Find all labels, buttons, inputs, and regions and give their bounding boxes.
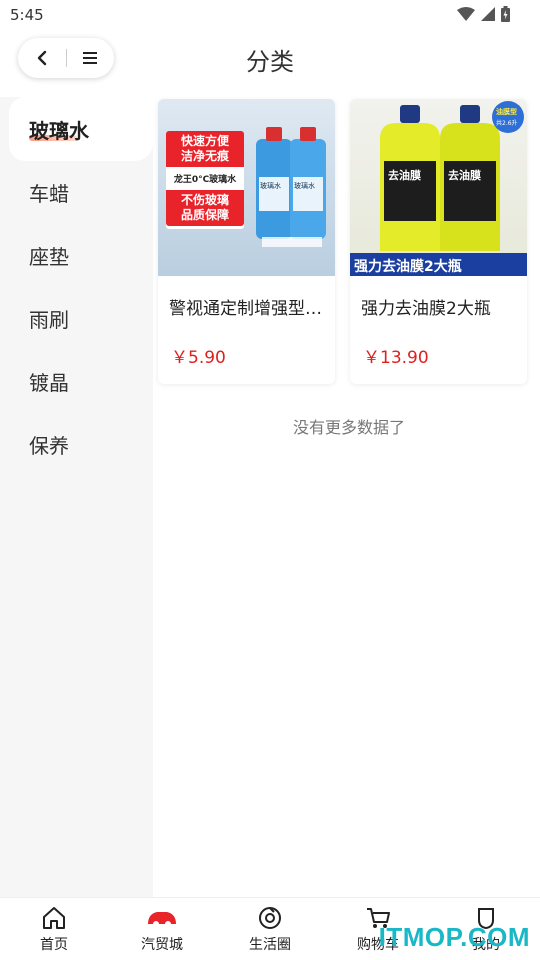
tab-home[interactable]: 首页 xyxy=(0,898,108,960)
product-title: 强力去油膜2大瓶 xyxy=(361,299,491,319)
category-item-glass-water[interactable]: 玻璃水 xyxy=(9,97,153,161)
status-icons xyxy=(457,6,510,22)
page-title: 分类 xyxy=(246,48,294,76)
product-title: 警视通定制增强型玻璃水 xyxy=(169,299,335,319)
signal-icon xyxy=(481,7,495,21)
product-image: 去油膜 去油膜 强力去油膜2大瓶 油膜型 共2.6升 xyxy=(350,99,527,276)
watermark-logo: ITMOP.COM xyxy=(378,922,530,952)
product-image: 快速方便 洁净无痕 龙王0°C玻璃水 不伤玻璃 品质保障 玻璃水 玻璃水 xyxy=(158,99,335,276)
category-label: 镀晶 xyxy=(29,371,69,395)
category-label: 座垫 xyxy=(29,245,69,269)
tab-label: 生活圈 xyxy=(249,937,291,953)
wifi-icon xyxy=(457,7,475,21)
product-price: ￥13.90 xyxy=(363,348,429,368)
badge-text: 油膜型 xyxy=(496,108,517,116)
product-card[interactable]: 快速方便 洁净无痕 龙王0°C玻璃水 不伤玻璃 品质保障 玻璃水 玻璃水 警视通… xyxy=(158,99,335,384)
header: 分类 xyxy=(0,32,540,88)
bottle-label: 去油膜 xyxy=(388,169,421,182)
category-label: 玻璃水 xyxy=(29,118,89,143)
bottle-label: 玻璃水 xyxy=(260,182,281,190)
car-icon xyxy=(148,912,176,927)
circle-icon xyxy=(259,907,281,929)
badge-text: 共2.6升 xyxy=(496,120,518,127)
product-price: ￥5.90 xyxy=(171,348,226,368)
bottle-label: 去油膜 xyxy=(448,169,481,182)
product-card[interactable]: 去油膜 去油膜 强力去油膜2大瓶 油膜型 共2.6升 强力去油膜2大瓶 ￥13.… xyxy=(350,99,527,384)
banner-text: 强力去油膜2大瓶 xyxy=(354,259,462,275)
home-icon xyxy=(43,907,65,929)
category-item-car-wax[interactable]: 车蜡 xyxy=(0,161,153,224)
product-grid: 快速方便 洁净无痕 龙王0°C玻璃水 不伤玻璃 品质保障 玻璃水 玻璃水 警视通… xyxy=(158,99,530,384)
category-item-seat-cushion[interactable]: 座垫 xyxy=(0,224,153,287)
battery-icon xyxy=(501,6,510,22)
tab-auto-mall[interactable]: 汽贸城 xyxy=(108,898,216,960)
bottle-label: 玻璃水 xyxy=(294,182,315,190)
status-time: 5:45 xyxy=(10,6,44,24)
category-sidebar: 玻璃水 车蜡 座垫 雨刷 镀晶 保养 xyxy=(0,97,153,897)
list-end-text: 没有更多数据了 xyxy=(292,418,405,437)
category-item-coating[interactable]: 镀晶 xyxy=(0,350,153,413)
category-label: 雨刷 xyxy=(29,308,69,332)
category-item-wiper[interactable]: 雨刷 xyxy=(0,287,153,350)
tab-label: 首页 xyxy=(40,937,68,953)
status-bar: 5:45 xyxy=(0,0,540,32)
tab-label: 汽贸城 xyxy=(141,937,183,953)
category-label: 保养 xyxy=(29,434,69,458)
category-item-maintenance[interactable]: 保养 xyxy=(0,413,153,476)
category-label: 车蜡 xyxy=(29,182,69,206)
tab-life-circle[interactable]: 生活圈 xyxy=(216,898,324,960)
